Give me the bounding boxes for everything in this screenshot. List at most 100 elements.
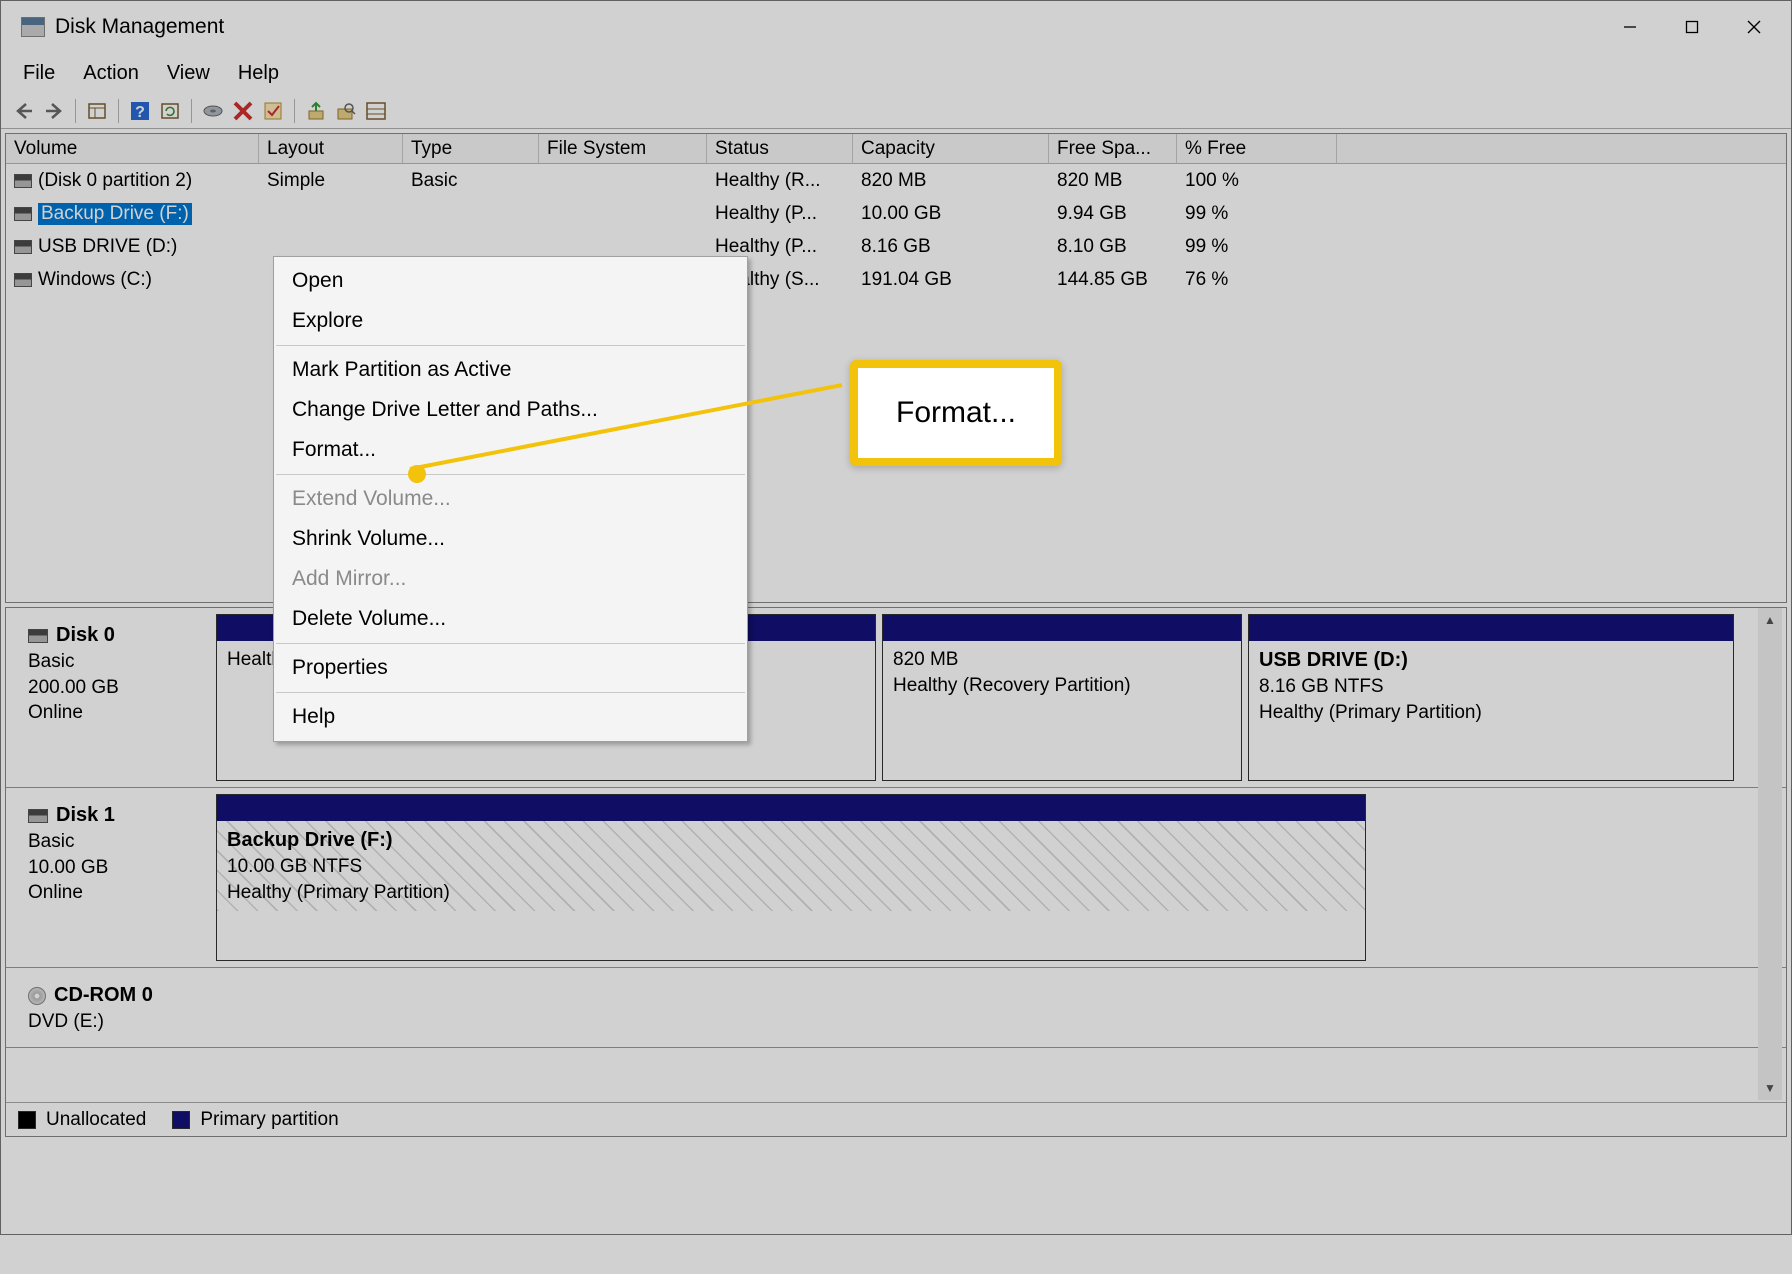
svg-text:?: ? xyxy=(135,104,145,121)
legend-swatch xyxy=(172,1111,190,1129)
disk-partitions: Backup Drive (F:)10.00 GB NTFSHealthy (P… xyxy=(216,788,1786,967)
menu-item-add-mirror: Add Mirror... xyxy=(274,559,747,599)
menu-file[interactable]: File xyxy=(9,56,69,91)
cell: Windows (C:) xyxy=(6,267,259,293)
menu-item-change-drive-letter-and-paths[interactable]: Change Drive Letter and Paths... xyxy=(274,390,747,430)
menu-item-mark-partition-as-active[interactable]: Mark Partition as Active xyxy=(274,350,747,390)
column-header[interactable]: File System xyxy=(539,134,707,163)
partition[interactable]: USB DRIVE (D:)8.16 GB NTFSHealthy (Prima… xyxy=(1248,614,1734,781)
titlebar[interactable]: Disk Management xyxy=(1,1,1791,53)
cdrom-icon xyxy=(28,987,46,1005)
check-icon[interactable] xyxy=(260,98,286,124)
delete-icon[interactable] xyxy=(230,98,256,124)
cell: Basic xyxy=(403,168,539,194)
disk-management-window: Disk Management FileActionViewHelp ? Vol… xyxy=(0,0,1792,1235)
cell: Simple xyxy=(259,168,403,194)
legend-label: Primary partition xyxy=(200,1109,338,1131)
menu-item-properties[interactable]: Properties xyxy=(274,648,747,688)
maximize-button[interactable] xyxy=(1661,6,1723,48)
upload-icon[interactable] xyxy=(303,98,329,124)
cell: Backup Drive (F:) xyxy=(6,201,259,227)
scrollbar-vertical[interactable]: ▲ ▼ xyxy=(1758,608,1782,1100)
menu-item-help[interactable]: Help xyxy=(274,697,747,737)
cell: 100 % xyxy=(1177,168,1337,194)
drive-icon xyxy=(14,174,32,188)
cell: 191.04 GB xyxy=(853,267,1049,293)
toolbar: ? xyxy=(1,93,1791,129)
cell: Healthy (P... xyxy=(707,201,853,227)
column-header[interactable]: Free Spa... xyxy=(1049,134,1177,163)
partition-body: USB DRIVE (D:)8.16 GB NTFSHealthy (Prima… xyxy=(1249,641,1733,731)
context-menu: OpenExplore Mark Partition as ActiveChang… xyxy=(273,256,748,742)
partition-header xyxy=(883,615,1241,641)
column-header[interactable]: Capacity xyxy=(853,134,1049,163)
cell: Healthy (R... xyxy=(707,168,853,194)
forward-icon[interactable] xyxy=(41,98,67,124)
cell xyxy=(403,212,539,216)
cell xyxy=(259,245,403,249)
menu-item-shrink-volume[interactable]: Shrink Volume... xyxy=(274,519,747,559)
window-title: Disk Management xyxy=(55,15,224,39)
column-header[interactable]: Layout xyxy=(259,134,403,163)
column-header[interactable]: % Free xyxy=(1177,134,1337,163)
menu-help[interactable]: Help xyxy=(224,56,293,91)
menu-separator xyxy=(276,474,745,475)
cell: 10.00 GB xyxy=(853,201,1049,227)
cell: 144.85 GB xyxy=(1049,267,1177,293)
disk-row: Disk 1Basic10.00 GBOnlineBackup Drive (F… xyxy=(6,788,1786,968)
cell: 8.16 GB xyxy=(853,234,1049,260)
menubar: FileActionViewHelp xyxy=(1,53,1791,93)
callout-text: Format... xyxy=(896,396,1016,429)
menu-view[interactable]: View xyxy=(153,56,224,91)
help-icon[interactable]: ? xyxy=(127,98,153,124)
cell: 99 % xyxy=(1177,201,1337,227)
drive-icon xyxy=(28,809,48,823)
disk-info[interactable]: CD-ROM 0DVD (E:) xyxy=(6,968,216,1047)
drive-icon xyxy=(14,207,32,221)
legend-label: Unallocated xyxy=(46,1109,146,1131)
menu-separator xyxy=(276,643,745,644)
drive-icon xyxy=(14,240,32,254)
column-header[interactable]: Volume xyxy=(6,134,259,163)
list-options-icon[interactable] xyxy=(363,98,389,124)
menu-item-explore[interactable]: Explore xyxy=(274,301,747,341)
disk-partitions xyxy=(216,968,1786,1047)
partition-header xyxy=(217,795,1365,821)
cell: 820 MB xyxy=(853,168,1049,194)
search-icon[interactable] xyxy=(333,98,359,124)
menu-item-delete-volume[interactable]: Delete Volume... xyxy=(274,599,747,639)
menu-separator xyxy=(276,345,745,346)
partition[interactable]: Backup Drive (F:)10.00 GB NTFSHealthy (P… xyxy=(216,794,1366,961)
menu-item-extend-volume: Extend Volume... xyxy=(274,479,747,519)
refresh-list-icon[interactable] xyxy=(157,98,183,124)
scroll-down-icon[interactable]: ▼ xyxy=(1758,1076,1782,1100)
close-button[interactable] xyxy=(1723,6,1785,48)
column-header[interactable]: Status xyxy=(707,134,853,163)
drive-icon xyxy=(28,629,48,643)
legend: Unallocated Primary partition xyxy=(6,1102,1786,1136)
partition[interactable]: 820 MBHealthy (Recovery Partition) xyxy=(882,614,1242,781)
detail-pane-icon[interactable] xyxy=(84,98,110,124)
back-icon[interactable] xyxy=(11,98,37,124)
volume-table-header: VolumeLayoutTypeFile SystemStatusCapacit… xyxy=(6,134,1786,164)
cell xyxy=(259,212,403,216)
cell: (Disk 0 partition 2) xyxy=(6,168,259,194)
menu-item-open[interactable]: Open xyxy=(274,261,747,301)
cell xyxy=(539,212,707,216)
cell xyxy=(539,245,707,249)
wizard-disk-icon[interactable] xyxy=(200,98,226,124)
cell xyxy=(403,245,539,249)
volume-row[interactable]: (Disk 0 partition 2)SimpleBasic Healthy (… xyxy=(6,164,1786,197)
cell: 8.10 GB xyxy=(1049,234,1177,260)
cell: USB DRIVE (D:) xyxy=(6,234,259,260)
column-header[interactable]: Type xyxy=(403,134,539,163)
disk-info[interactable]: Disk 1Basic10.00 GBOnline xyxy=(6,788,216,967)
disk-info[interactable]: Disk 0Basic200.00 GBOnline xyxy=(6,608,216,787)
legend-swatch xyxy=(18,1111,36,1129)
cell: 820 MB xyxy=(1049,168,1177,194)
volume-row[interactable]: Backup Drive (F:)Healthy (P...10.00 GB9.… xyxy=(6,197,1786,230)
scroll-up-icon[interactable]: ▲ xyxy=(1758,608,1782,632)
menu-separator xyxy=(276,692,745,693)
minimize-button[interactable] xyxy=(1599,6,1661,48)
menu-action[interactable]: Action xyxy=(69,56,153,91)
